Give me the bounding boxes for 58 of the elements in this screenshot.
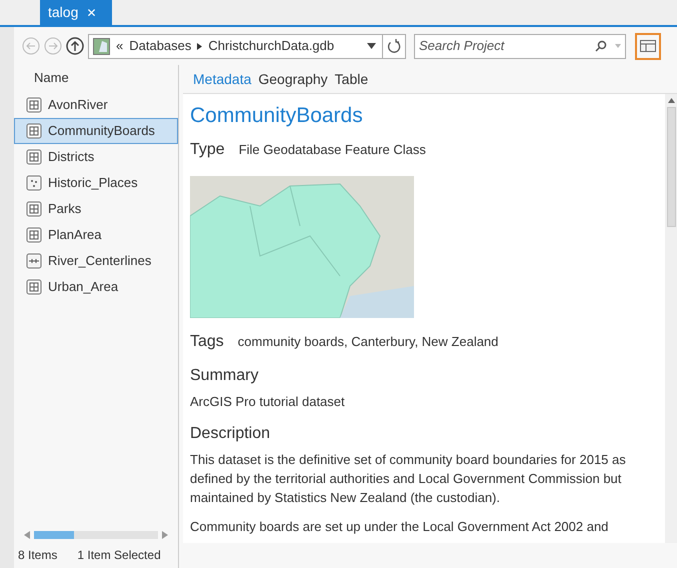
feature-class-item[interactable]: Parks bbox=[14, 196, 178, 222]
feature-class-item[interactable]: CommunityBoards bbox=[14, 118, 178, 144]
scrollbar-thumb[interactable] bbox=[666, 107, 676, 227]
view-tab[interactable]: Metadata bbox=[193, 68, 252, 90]
view-tab[interactable]: Table bbox=[334, 68, 368, 90]
tags-label: Tags bbox=[190, 332, 224, 352]
summary-text: ArcGIS Pro tutorial dataset bbox=[190, 393, 346, 411]
feature-class-item[interactable]: Urban_Area bbox=[14, 274, 178, 300]
search-options-caret-icon[interactable] bbox=[615, 44, 621, 48]
scroll-right-icon[interactable] bbox=[162, 531, 168, 539]
name-column-header[interactable]: Name bbox=[14, 65, 178, 91]
breadcrumb-separator-icon bbox=[197, 42, 202, 50]
path-field[interactable]: « Databases ChristchurchData.gdb bbox=[88, 34, 406, 58]
close-tab-button[interactable]: ✕ bbox=[86, 4, 96, 22]
polygon-layer-icon bbox=[26, 149, 42, 165]
breadcrumb-item[interactable]: « bbox=[116, 36, 124, 56]
scrollbar-thumb[interactable] bbox=[34, 531, 74, 539]
polygon-layer-icon bbox=[26, 279, 42, 295]
type-label: Type bbox=[190, 140, 225, 160]
scroll-up-icon[interactable] bbox=[668, 98, 674, 103]
breadcrumb-item[interactable]: ChristchurchData.gdb bbox=[208, 36, 334, 56]
pane-layout-icon bbox=[640, 40, 656, 52]
geodatabase-icon bbox=[93, 38, 110, 54]
up-icon[interactable] bbox=[66, 37, 84, 55]
feature-class-item[interactable]: Historic_Places bbox=[14, 170, 178, 196]
horizontal-scrollbar[interactable] bbox=[34, 531, 158, 539]
feature-class-item[interactable]: River_Centerlines bbox=[14, 248, 178, 274]
description-paragraph: This dataset is the definitive set of community board boundaries for 2015 as defined by the territorial authorities and Local Government Commission but maintained by Statistics New Zealand (the custodian). bbox=[190, 450, 627, 506]
scroll-left-icon[interactable] bbox=[24, 531, 30, 539]
search-field[interactable]: Search Project bbox=[414, 34, 626, 58]
polygon-layer-icon bbox=[26, 201, 42, 217]
refresh-icon[interactable] bbox=[387, 38, 401, 54]
line-layer-icon bbox=[26, 253, 42, 269]
dropdown-caret-icon[interactable] bbox=[367, 43, 376, 49]
vertical-scrollbar[interactable] bbox=[665, 94, 677, 543]
polygon-layer-icon bbox=[26, 227, 42, 243]
summary-heading: Summary bbox=[190, 366, 260, 386]
metadata-title: CommunityBoards bbox=[190, 103, 364, 129]
tab-label: talog bbox=[48, 3, 78, 22]
item-count: 8 Items bbox=[18, 547, 58, 564]
catalog-tab[interactable]: talog ✕ bbox=[40, 0, 112, 25]
feature-class-item[interactable]: Districts bbox=[14, 144, 178, 170]
feature-class-item[interactable]: AvonRiver bbox=[14, 92, 178, 118]
point-layer-icon bbox=[26, 175, 42, 191]
feature-class-item[interactable]: PlanArea bbox=[14, 222, 178, 248]
search-input[interactable]: Search Project bbox=[419, 36, 587, 56]
selection-count: 1 Item Selected bbox=[77, 547, 161, 564]
type-value: File Geodatabase Feature Class bbox=[238, 141, 426, 159]
tags-value: community boards, Canterbury, New Zealand bbox=[238, 333, 498, 351]
description-paragraph: Community boards are set up under the Local Government Act 2002 and bbox=[190, 518, 610, 536]
breadcrumb-item[interactable]: Databases bbox=[129, 36, 192, 56]
polygon-layer-icon bbox=[26, 123, 42, 139]
description-heading: Description bbox=[190, 424, 272, 444]
search-icon[interactable] bbox=[595, 40, 607, 52]
view-tab[interactable]: Geography bbox=[258, 68, 328, 90]
back-icon[interactable] bbox=[22, 37, 40, 55]
polygon-layer-icon bbox=[26, 97, 42, 113]
details-pane-button[interactable] bbox=[635, 32, 661, 60]
